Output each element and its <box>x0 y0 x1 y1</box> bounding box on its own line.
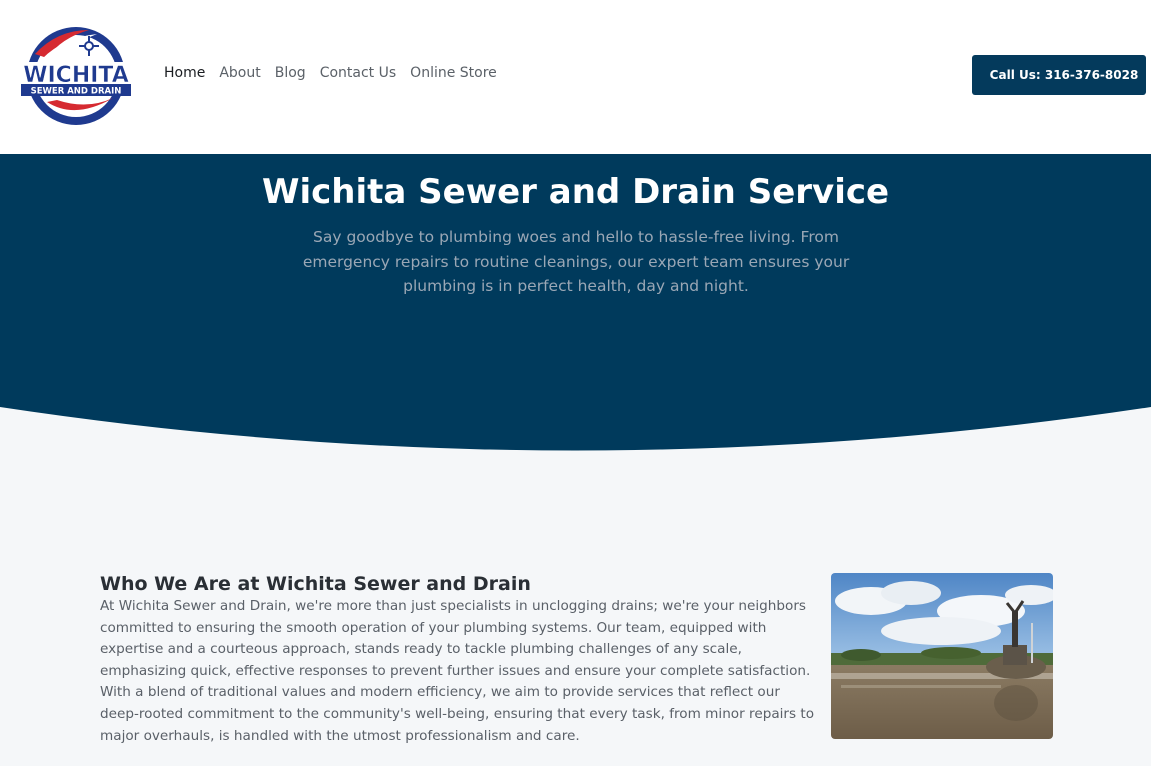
hero-subtitle: Say goodbye to plumbing woes and hello t… <box>302 228 850 295</box>
nav-online-store[interactable]: Online Store <box>410 64 497 82</box>
page: WICHITA SEWER AND DRAIN Home About Blog … <box>0 0 1151 766</box>
about-body: At Wichita Sewer and Drain, we're more t… <box>100 598 815 744</box>
main-nav: Home About Blog Contact Us Online Store <box>164 64 511 82</box>
logo-text-line2: SEWER AND DRAIN <box>31 87 122 97</box>
site-header: WICHITA SEWER AND DRAIN Home About Blog … <box>0 0 1151 154</box>
nav-about[interactable]: About <box>219 64 260 82</box>
call-us-button[interactable]: Call Us: 316-376-8028 <box>972 55 1146 95</box>
nav-blog[interactable]: Blog <box>275 64 306 82</box>
nav-contact-us[interactable]: Contact Us <box>320 64 396 82</box>
nav-home[interactable]: Home <box>164 64 205 82</box>
keeper-of-the-plains-photo <box>831 573 1053 739</box>
company-logo[interactable]: WICHITA SEWER AND DRAIN <box>17 24 135 128</box>
about-title: Who We Are at Wichita Sewer and Drain <box>100 573 531 595</box>
hero-title: Wichita Sewer and Drain Service <box>261 172 890 212</box>
